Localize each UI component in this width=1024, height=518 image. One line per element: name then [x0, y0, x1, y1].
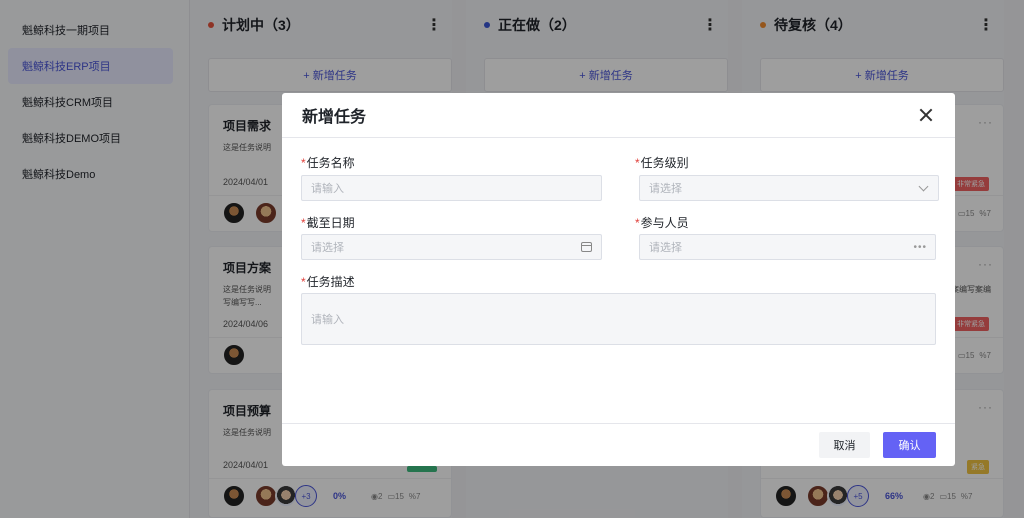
task-name-input[interactable]: 请输入 [301, 175, 602, 201]
close-icon[interactable] [917, 106, 935, 124]
deadline-placeholder: 请选择 [311, 242, 344, 254]
participants-label: *参与人员 [635, 216, 689, 230]
participants-picker[interactable]: 请选择 ••• [639, 234, 936, 260]
task-name-label: *任务名称 [301, 156, 355, 170]
more-icon[interactable]: ••• [913, 242, 927, 253]
required-mark: * [301, 216, 306, 230]
required-mark: * [635, 156, 640, 170]
participants-placeholder: 请选择 [649, 242, 682, 254]
new-task-dialog: 新增任务 *任务名称 请输入 *任务级别 请选择 *截至日期 请选择 *参与人员… [282, 93, 955, 466]
deadline-label: *截至日期 [301, 216, 355, 230]
chevron-down-icon [918, 181, 929, 191]
dialog-title: 新增任务 [302, 109, 367, 126]
task-name-placeholder: 请输入 [311, 183, 344, 195]
confirm-button[interactable]: 确认 [883, 432, 936, 458]
required-mark: * [301, 275, 306, 289]
required-mark: * [301, 156, 306, 170]
description-textarea[interactable]: 请输入 [301, 293, 936, 345]
task-level-select[interactable]: 请选择 [639, 175, 939, 201]
required-mark: * [635, 216, 640, 230]
description-label: *任务描述 [301, 275, 355, 289]
deadline-date-picker[interactable]: 请选择 [301, 234, 602, 260]
dialog-header: 新增任务 [282, 93, 955, 138]
description-placeholder: 请输入 [311, 314, 344, 326]
calendar-icon [581, 242, 592, 252]
task-level-label: *任务级别 [635, 156, 689, 170]
task-level-placeholder: 请选择 [649, 183, 682, 195]
cancel-button[interactable]: 取消 [819, 432, 870, 458]
dialog-footer: 取消 确认 [282, 423, 955, 466]
